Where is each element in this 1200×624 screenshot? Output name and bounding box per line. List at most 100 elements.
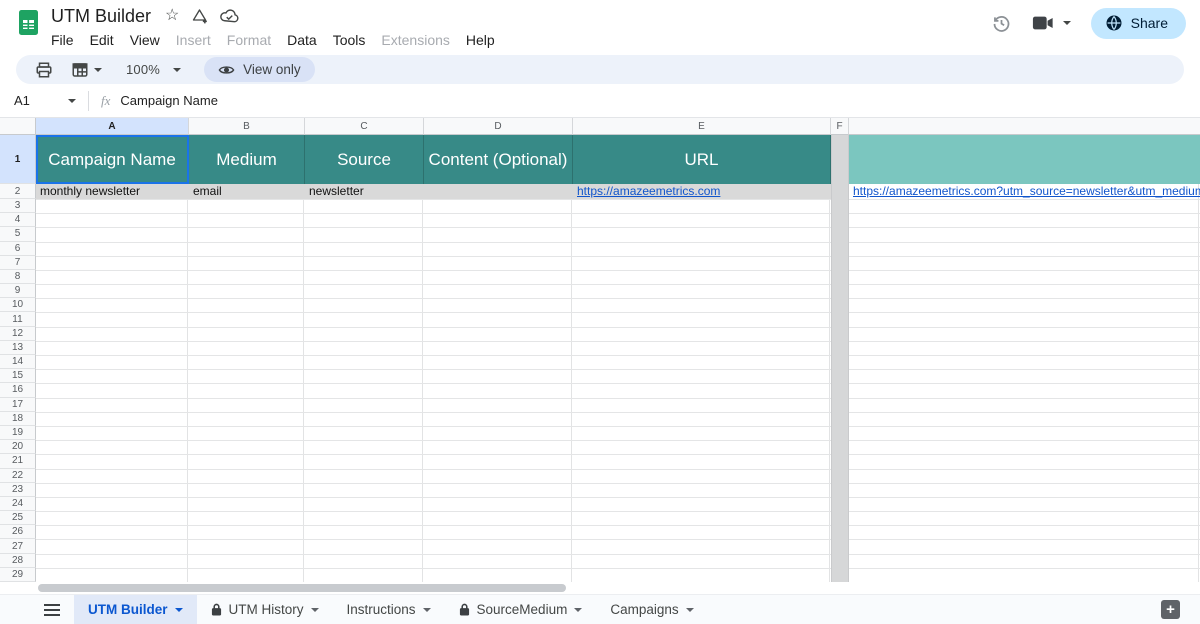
column-header-E[interactable]: E [573, 118, 831, 135]
row-header-14[interactable]: 14 [0, 355, 36, 369]
row-header-25[interactable]: 25 [0, 511, 36, 525]
column-f-strip [831, 135, 849, 582]
row-header-28[interactable]: 28 [0, 554, 36, 568]
gridline-horizontal [36, 256, 1200, 257]
document-title[interactable]: UTM Builder [51, 6, 151, 27]
add-shortcut-to-drive-icon[interactable] [191, 8, 208, 24]
join-call-button[interactable] [1032, 15, 1071, 31]
cell-header-C1[interactable]: Source [305, 135, 424, 184]
cell-G2-link[interactable]: https://amazeemetrics.com?utm_source=new… [853, 184, 1200, 199]
menu-file[interactable]: File [43, 30, 82, 50]
sheet-tab-label: UTM History [229, 602, 304, 617]
gridline-horizontal [36, 312, 1200, 313]
gridline-horizontal [36, 412, 1200, 413]
print-button[interactable] [30, 61, 58, 79]
sheet-tab-utm-history[interactable]: UTM History [197, 595, 333, 624]
menu-extensions: Extensions [373, 30, 457, 50]
sheet-tab-utm-builder[interactable]: UTM Builder [74, 595, 197, 624]
row-header-26[interactable]: 26 [0, 525, 36, 539]
cell-header-D1[interactable]: Content (Optional) [424, 135, 573, 184]
gridline-horizontal [36, 213, 1200, 214]
row-header-3[interactable]: 3 [0, 199, 36, 213]
row-header-11[interactable]: 11 [0, 312, 36, 326]
gridline-vertical [424, 135, 572, 582]
row-header-9[interactable]: 9 [0, 284, 36, 298]
row-header-7[interactable]: 7 [0, 256, 36, 270]
version-history-icon[interactable] [991, 13, 1012, 34]
gridline-horizontal [36, 227, 1200, 228]
menu-tools[interactable]: Tools [325, 30, 374, 50]
zoom-control[interactable]: 100% [121, 62, 186, 77]
active-cell-reference: A1 [14, 93, 30, 108]
sheet-tab-label: Campaigns [610, 602, 678, 617]
row-header-12[interactable]: 12 [0, 327, 36, 341]
menu-edit[interactable]: Edit [82, 30, 122, 50]
row-header-29[interactable]: 29 [0, 568, 36, 582]
sheet-tab-sourcemedium[interactable]: SourceMedium [445, 595, 597, 624]
gridline-horizontal [36, 398, 1200, 399]
menu-insert: Insert [168, 30, 219, 50]
row-header-5[interactable]: 5 [0, 227, 36, 241]
star-icon[interactable]: ☆ [165, 8, 179, 24]
gridline-horizontal [36, 426, 1200, 427]
row-header-16[interactable]: 16 [0, 383, 36, 397]
column-header-offscreen[interactable] [849, 118, 1200, 135]
row-header-13[interactable]: 13 [0, 341, 36, 355]
document-status-cloud-icon[interactable] [220, 9, 239, 23]
row-header-2[interactable]: 2 [0, 184, 36, 199]
menu-data[interactable]: Data [279, 30, 325, 50]
gridline-vertical [573, 135, 830, 582]
grid-cells-area[interactable]: Campaign NameMediumSourceContent (Option… [36, 135, 1200, 582]
gridline-horizontal [36, 242, 1200, 243]
sheet-tab-campaigns[interactable]: Campaigns [596, 595, 707, 624]
sheets-logo-icon[interactable] [15, 9, 42, 36]
row-header-19[interactable]: 19 [0, 426, 36, 440]
row-header-20[interactable]: 20 [0, 440, 36, 454]
row-header-23[interactable]: 23 [0, 483, 36, 497]
share-button-label: Share [1131, 15, 1168, 31]
column-header-B[interactable]: B [189, 118, 305, 135]
menu-view[interactable]: View [122, 30, 168, 50]
menu-format: Format [219, 30, 279, 50]
select-all-corner[interactable] [0, 118, 36, 135]
row-header-10[interactable]: 10 [0, 298, 36, 312]
sheet-view-button[interactable] [66, 61, 107, 79]
row-header-1[interactable]: 1 [0, 135, 36, 184]
formula-input[interactable]: Campaign Name [120, 93, 218, 108]
view-only-chip[interactable]: View only [204, 57, 315, 82]
gridline-vertical [849, 135, 1199, 582]
sheet-tab-instructions[interactable]: Instructions [333, 595, 445, 624]
row-header-6[interactable]: 6 [0, 242, 36, 256]
cell-A2[interactable]: monthly newsletter [40, 184, 140, 199]
column-header-D[interactable]: D [424, 118, 573, 135]
all-sheets-button[interactable] [30, 595, 74, 624]
row-header-21[interactable]: 21 [0, 454, 36, 468]
cell-header-A1[interactable]: Campaign Name [36, 135, 189, 184]
row-header-27[interactable]: 27 [0, 539, 36, 553]
menu-help[interactable]: Help [458, 30, 503, 50]
row-header-17[interactable]: 17 [0, 398, 36, 412]
column-header-A[interactable]: A [36, 118, 189, 135]
row-header-15[interactable]: 15 [0, 369, 36, 383]
share-button[interactable]: Share [1091, 8, 1186, 39]
row-header-4[interactable]: 4 [0, 213, 36, 227]
row-header-24[interactable]: 24 [0, 497, 36, 511]
formula-bar: A1 fx Campaign Name [0, 84, 1200, 118]
sheet-tab-label: SourceMedium [477, 602, 568, 617]
column-header-C[interactable]: C [305, 118, 424, 135]
cell-header-E1[interactable]: URL [573, 135, 831, 184]
cell-header-B1[interactable]: Medium [189, 135, 305, 184]
cell-D2-link[interactable]: https://amazeemetrics.com [577, 184, 720, 199]
cell-C2[interactable]: newsletter [309, 184, 364, 199]
row-header-22[interactable]: 22 [0, 469, 36, 483]
corner-plus-button[interactable]: + [1161, 600, 1180, 619]
column-header-F[interactable]: F [831, 118, 849, 135]
cell-G1-banner[interactable] [849, 135, 1200, 184]
cell-B2[interactable]: email [193, 184, 222, 199]
name-box[interactable]: A1 [0, 93, 88, 108]
sheet-tab-caret-icon [175, 608, 183, 612]
row-header-18[interactable]: 18 [0, 412, 36, 426]
horizontal-scrollbar-thumb[interactable] [38, 584, 566, 592]
row-header-8[interactable]: 8 [0, 270, 36, 284]
lock-icon [459, 603, 470, 616]
